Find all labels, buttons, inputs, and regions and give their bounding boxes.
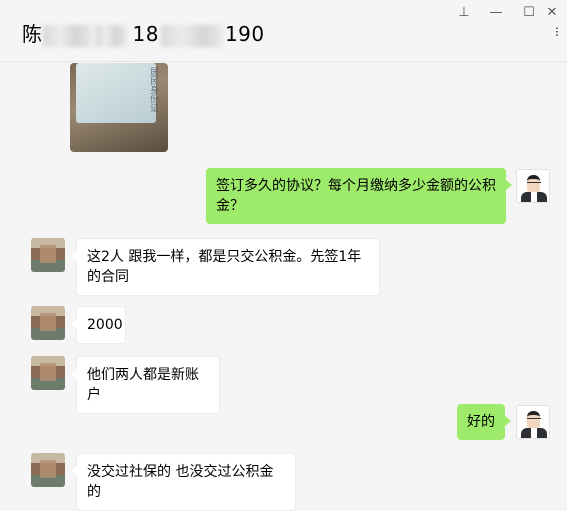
- more-options-icon[interactable]: ···: [548, 26, 564, 36]
- message-bubble-contact[interactable]: 没交过社保的 也没交过公积金的: [71, 453, 296, 511]
- message-bubble-contact[interactable]: 2000: [71, 306, 126, 344]
- self-avatar[interactable]: [516, 169, 550, 203]
- self-avatar[interactable]: [516, 405, 550, 439]
- pin-button[interactable]: ⊥: [452, 2, 476, 24]
- contact-avatar[interactable]: [31, 356, 65, 390]
- close-button[interactable]: ✕: [540, 2, 564, 24]
- minimize-icon: —: [489, 5, 503, 20]
- redacted-name-part: [94, 24, 127, 47]
- message-bubble-self[interactable]: 好的: [457, 404, 511, 440]
- maximize-icon: ☐: [523, 5, 535, 20]
- contact-avatar[interactable]: [31, 306, 65, 340]
- title-number-end: 190: [224, 22, 265, 46]
- contact-avatar[interactable]: [31, 453, 65, 487]
- redacted-number: [160, 24, 223, 47]
- title-bar: 陈 18 190 ⊥ — ☐ ✕ ···: [0, 0, 567, 62]
- minimize-button[interactable]: —: [484, 2, 508, 24]
- chat-title: 陈 18 190: [22, 18, 265, 47]
- title-number-start: 18: [132, 22, 159, 46]
- id-card-text: 居民身份证: [148, 67, 158, 112]
- contact-avatar[interactable]: [31, 238, 65, 272]
- close-icon: ✕: [546, 5, 558, 20]
- redacted-name: [42, 24, 93, 47]
- message-bubble-contact[interactable]: 他们两人都是新账户: [71, 356, 220, 414]
- title-prefix: 陈: [22, 22, 43, 46]
- image-message-id-card[interactable]: 居民身份证: [70, 63, 168, 152]
- message-bubble-contact[interactable]: 这2人 跟我一样，都是只交公积金。先签1年的合同: [71, 238, 380, 296]
- id-card-picture: [76, 63, 156, 123]
- pin-icon: ⊥: [458, 5, 470, 20]
- maximize-button[interactable]: ☐: [517, 2, 541, 24]
- message-bubble-self[interactable]: 签订多久的协议？每个月缴纳多少金额的公积金？: [206, 168, 512, 224]
